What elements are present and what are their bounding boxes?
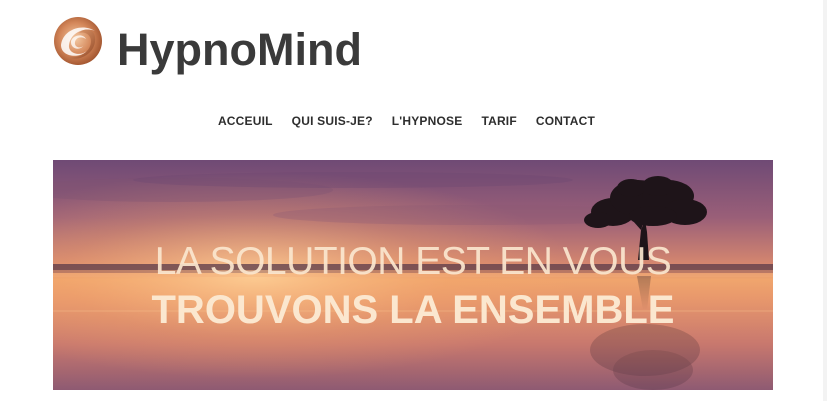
- hero-headline: LA SOLUTION EST EN VOUS: [154, 240, 672, 283]
- page: HypnoMind ACCEUIL QUI SUIS-JE? L'HYPNOSE…: [0, 0, 827, 401]
- scrollbar-track[interactable]: [823, 0, 827, 401]
- nav-item-tarif[interactable]: TARIF: [481, 114, 516, 128]
- main-nav: ACCEUIL QUI SUIS-JE? L'HYPNOSE TARIF CON…: [0, 114, 827, 128]
- hero-banner: LA SOLUTION EST EN VOUS TROUVONS LA ENSE…: [53, 160, 773, 390]
- nav-item-contact[interactable]: CONTACT: [536, 114, 595, 128]
- nav-item-qui-suis-je[interactable]: QUI SUIS-JE?: [292, 114, 373, 128]
- swirl-logo-icon[interactable]: [53, 15, 103, 67]
- hero-subheadline: TROUVONS LA ENSEMBLE: [151, 288, 675, 332]
- nav-item-acceuil[interactable]: ACCEUIL: [218, 114, 273, 128]
- nav-item-hypnose[interactable]: L'HYPNOSE: [392, 114, 463, 128]
- brand-name[interactable]: HypnoMind: [117, 24, 362, 76]
